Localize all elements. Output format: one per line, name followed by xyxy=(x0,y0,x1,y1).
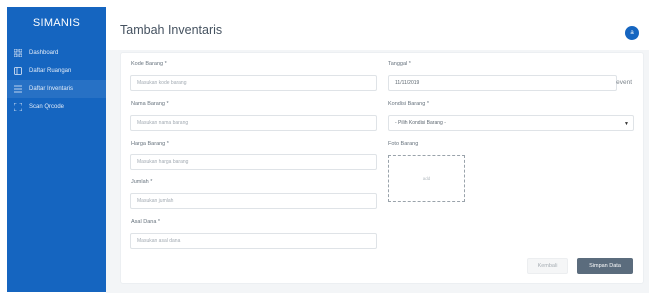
asal-dana-input[interactable]: Masukan asal dana xyxy=(130,233,377,249)
sidebar-item-daftar-ruangan[interactable]: Daftar Ruangan xyxy=(7,62,106,80)
sidebar-item-daftar-inventaris[interactable]: Daftar Inventaris xyxy=(7,80,106,98)
tanggal-input[interactable]: 11/11/2019 event xyxy=(388,75,632,91)
page-title: Tambah Inventaris xyxy=(120,23,223,37)
sidebar-item-label: Dashboard xyxy=(29,50,59,56)
sidebar: SIMANIS Dashboard Daftar Ruangan Daftar … xyxy=(7,7,106,292)
kondisi-selected-value: - Pilih Kondisi Barang - xyxy=(395,120,446,126)
tanggal-label: Tanggal * xyxy=(388,61,411,67)
nama-barang-label: Nama Barang * xyxy=(131,101,169,107)
nama-barang-input[interactable]: Masukan nama barang xyxy=(130,115,377,131)
photo-upload-placeholder: add xyxy=(422,176,431,181)
list-icon xyxy=(13,84,23,94)
kondisi-barang-select[interactable]: - Pilih Kondisi Barang - ▼ xyxy=(388,115,634,131)
jumlah-label: Jumlah * xyxy=(131,179,153,185)
save-button[interactable]: Simpan Data xyxy=(577,258,633,274)
harga-barang-input[interactable]: Masukan harga barang xyxy=(130,154,377,170)
dropdown-arrow-icon: ▼ xyxy=(624,121,629,127)
sidebar-nav: Dashboard Daftar Ruangan Daftar Inventar… xyxy=(7,44,106,116)
grid-icon xyxy=(13,48,23,58)
sidebar-item-label: Daftar Ruangan xyxy=(29,68,72,74)
sidebar-item-scan-qrcode[interactable]: Scan Qrcode xyxy=(7,98,106,116)
square-icon xyxy=(13,66,23,76)
back-button[interactable]: Kembali xyxy=(527,258,568,274)
foto-barang-label: Foto Barang xyxy=(388,141,419,147)
avatar[interactable]: a xyxy=(625,26,639,40)
scan-icon xyxy=(13,102,23,112)
sidebar-item-label: Daftar Inventaris xyxy=(29,86,74,92)
sidebar-item-label: Scan Qrcode xyxy=(29,104,65,110)
jumlah-input[interactable]: Masukan jumlah xyxy=(130,193,377,209)
sidebar-item-dashboard[interactable]: Dashboard xyxy=(7,44,106,62)
kode-barang-input[interactable]: Masukan kode barang xyxy=(130,75,377,91)
asal-dana-label: Asal Dana * xyxy=(131,219,161,225)
tanggal-value: 11/11/2019 xyxy=(395,80,420,86)
photo-upload-box[interactable]: add xyxy=(388,155,465,202)
topbar: Tambah Inventaris a xyxy=(106,7,649,50)
event-icon[interactable]: event xyxy=(616,79,632,86)
kode-barang-label: Kode Barang * xyxy=(131,61,167,67)
kondisi-barang-label: Kondisi Barang * xyxy=(388,101,429,107)
brand-logo: SIMANIS xyxy=(32,17,81,29)
harga-barang-label: Harga Barang * xyxy=(131,141,169,147)
